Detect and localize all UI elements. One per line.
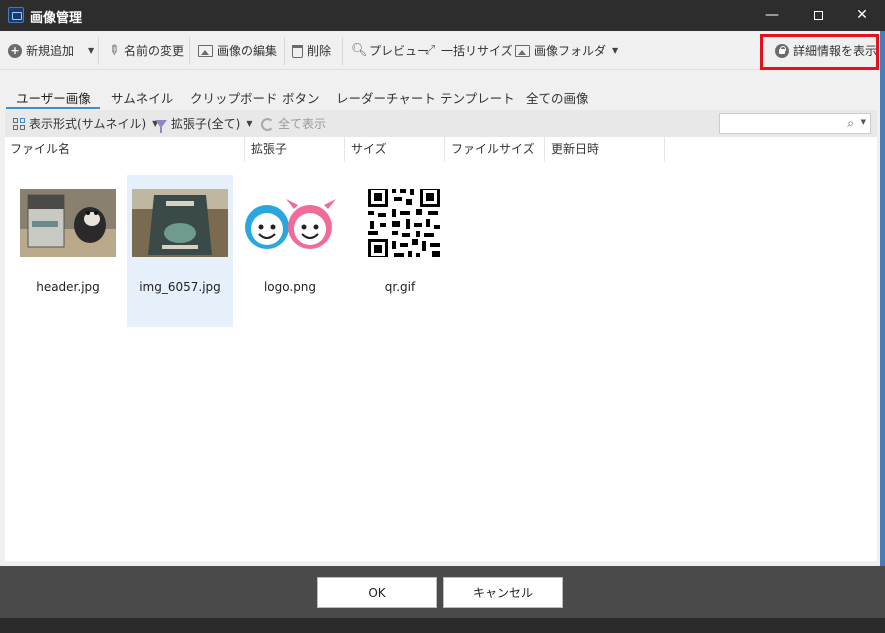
caret-down-icon: ▼: [88, 46, 95, 55]
search-icon[interactable]: ⌕: [847, 116, 854, 131]
batch-resize-button[interactable]: ⤢ 一括リサイズ: [423, 41, 513, 61]
file-tile-qr-gif[interactable]: qr.gif: [347, 175, 453, 327]
window-title: 画像管理: [30, 11, 83, 26]
toolbar: + 新規追加 ▼ ✎ 名前の変更 画像の編集 削除 🔍︎ プレビュー ⤢ 一括リ…: [0, 31, 880, 70]
display-format-label: 表示形式(サムネイル): [29, 117, 147, 131]
image-manager-dialog: + 新規追加 ▼ ✎ 名前の変更 画像の編集 削除 🔍︎ プレビュー ⤢ 一括リ…: [0, 31, 880, 566]
preview-button[interactable]: 🔍︎ プレビュー: [351, 41, 429, 61]
image-folder-icon: [515, 45, 530, 57]
active-tab-indicator: [6, 107, 100, 109]
resize-arrows-icon: ⤢: [424, 43, 436, 58]
minimize-button[interactable]: —: [749, 0, 795, 31]
trash-icon: [292, 44, 303, 58]
image-edit-icon: [198, 45, 213, 57]
display-format-dropdown[interactable]: 表示形式(サムネイル) ▼: [13, 115, 158, 133]
search-input[interactable]: [720, 114, 830, 133]
thumbnail-image: [242, 189, 338, 257]
column-header-modified[interactable]: 更新日時: [546, 137, 665, 162]
close-button[interactable]: ✕: [839, 0, 885, 31]
tab-all-images[interactable]: 全ての画像: [526, 88, 589, 107]
filter-icon: [155, 120, 167, 133]
app-icon: [8, 7, 24, 23]
rename-button[interactable]: ✎ 名前の変更: [104, 41, 185, 61]
thumbnail-image: [20, 189, 116, 257]
search-field[interactable]: ⌕ ▼: [719, 113, 871, 134]
toolbar-divider: [98, 37, 99, 65]
file-name: header.jpg: [36, 280, 100, 294]
preview-icon: 🔍︎: [351, 43, 368, 58]
show-all-label: 全て表示: [278, 117, 327, 131]
image-folder-button[interactable]: 画像フォルダ ▼: [515, 41, 618, 61]
grid-view-icon: [13, 118, 25, 130]
show-all-button[interactable]: 全て表示: [261, 115, 326, 133]
column-header-row: ファイル名 拡張子 サイズ ファイルサイズ 更新日時: [5, 137, 877, 162]
view-options-bar: 表示形式(サムネイル) ▼ 拡張子(全て) ▼ 全て表示 ⌕ ▼: [5, 110, 877, 137]
column-header-filesize[interactable]: ファイルサイズ: [446, 137, 545, 162]
tab-thumbnail[interactable]: サムネイル: [111, 88, 173, 107]
caret-down-icon: ▼: [246, 119, 253, 128]
ok-button[interactable]: OK: [317, 577, 437, 608]
column-header-size[interactable]: サイズ: [346, 137, 445, 162]
extension-filter-dropdown[interactable]: 拡張子(全て) ▼: [155, 115, 253, 133]
file-name: img_6057.jpg: [139, 280, 221, 294]
edit-image-button[interactable]: 画像の編集: [198, 41, 277, 61]
new-add-button[interactable]: + 新規追加: [8, 41, 74, 61]
pencil-icon: ✎: [104, 41, 123, 60]
cancel-button[interactable]: キャンセル: [443, 577, 563, 608]
bottom-edge: [0, 618, 885, 633]
file-name: qr.gif: [384, 280, 416, 294]
batch-resize-label: 一括リサイズ: [441, 44, 513, 58]
file-tile-logo-png[interactable]: logo.png: [237, 175, 343, 327]
thumbnail-image: [132, 189, 228, 257]
toolbar-divider: [284, 37, 285, 65]
tab-bar: ユーザー画像 サムネイル クリップボード ボタン レーダーチャート テンプレート…: [0, 71, 880, 109]
title-bar: 画像管理 — ✕: [0, 0, 885, 31]
file-view: ファイル名 拡張子 サイズ ファイルサイズ 更新日時 header.jpg im…: [5, 137, 877, 561]
tab-template[interactable]: テンプレート: [440, 88, 515, 107]
tab-button[interactable]: ボタン: [282, 88, 320, 107]
tab-user-images[interactable]: ユーザー画像: [16, 88, 91, 107]
thumbnail-image: [352, 189, 448, 257]
caret-down-icon: ▼: [612, 46, 619, 55]
background-window-edge: [880, 31, 885, 566]
preview-label: プレビュー: [369, 44, 430, 58]
column-header-filename[interactable]: ファイル名: [5, 137, 245, 162]
file-name: logo.png: [263, 280, 317, 294]
maximize-button[interactable]: [795, 0, 841, 31]
highlight-annotation: [760, 34, 879, 70]
delete-button[interactable]: 削除: [292, 41, 331, 61]
column-header-extension[interactable]: 拡張子: [246, 137, 345, 162]
file-tile-header-jpg[interactable]: header.jpg: [15, 175, 121, 327]
file-tile-img-6057-jpg[interactable]: img_6057.jpg: [127, 175, 233, 327]
extension-filter-label: 拡張子(全て): [171, 117, 241, 131]
new-add-dropdown[interactable]: ▼: [86, 41, 94, 61]
rename-label: 名前の変更: [124, 44, 185, 58]
toolbar-divider: [342, 37, 343, 65]
edit-image-label: 画像の編集: [217, 44, 278, 58]
search-options-caret-icon[interactable]: ▼: [861, 118, 866, 126]
delete-label: 削除: [307, 44, 332, 58]
image-folder-label: 画像フォルダ: [534, 44, 607, 58]
tab-radar-chart[interactable]: レーダーチャート: [336, 88, 436, 107]
tab-clipboard[interactable]: クリップボード: [190, 88, 278, 107]
plus-circle-icon: +: [8, 44, 22, 58]
maximize-icon: [813, 10, 823, 20]
toolbar-divider: [189, 37, 190, 65]
new-add-label: 新規追加: [26, 44, 75, 58]
dialog-footer: OK キャンセル: [0, 566, 885, 618]
refresh-icon: [261, 117, 274, 131]
